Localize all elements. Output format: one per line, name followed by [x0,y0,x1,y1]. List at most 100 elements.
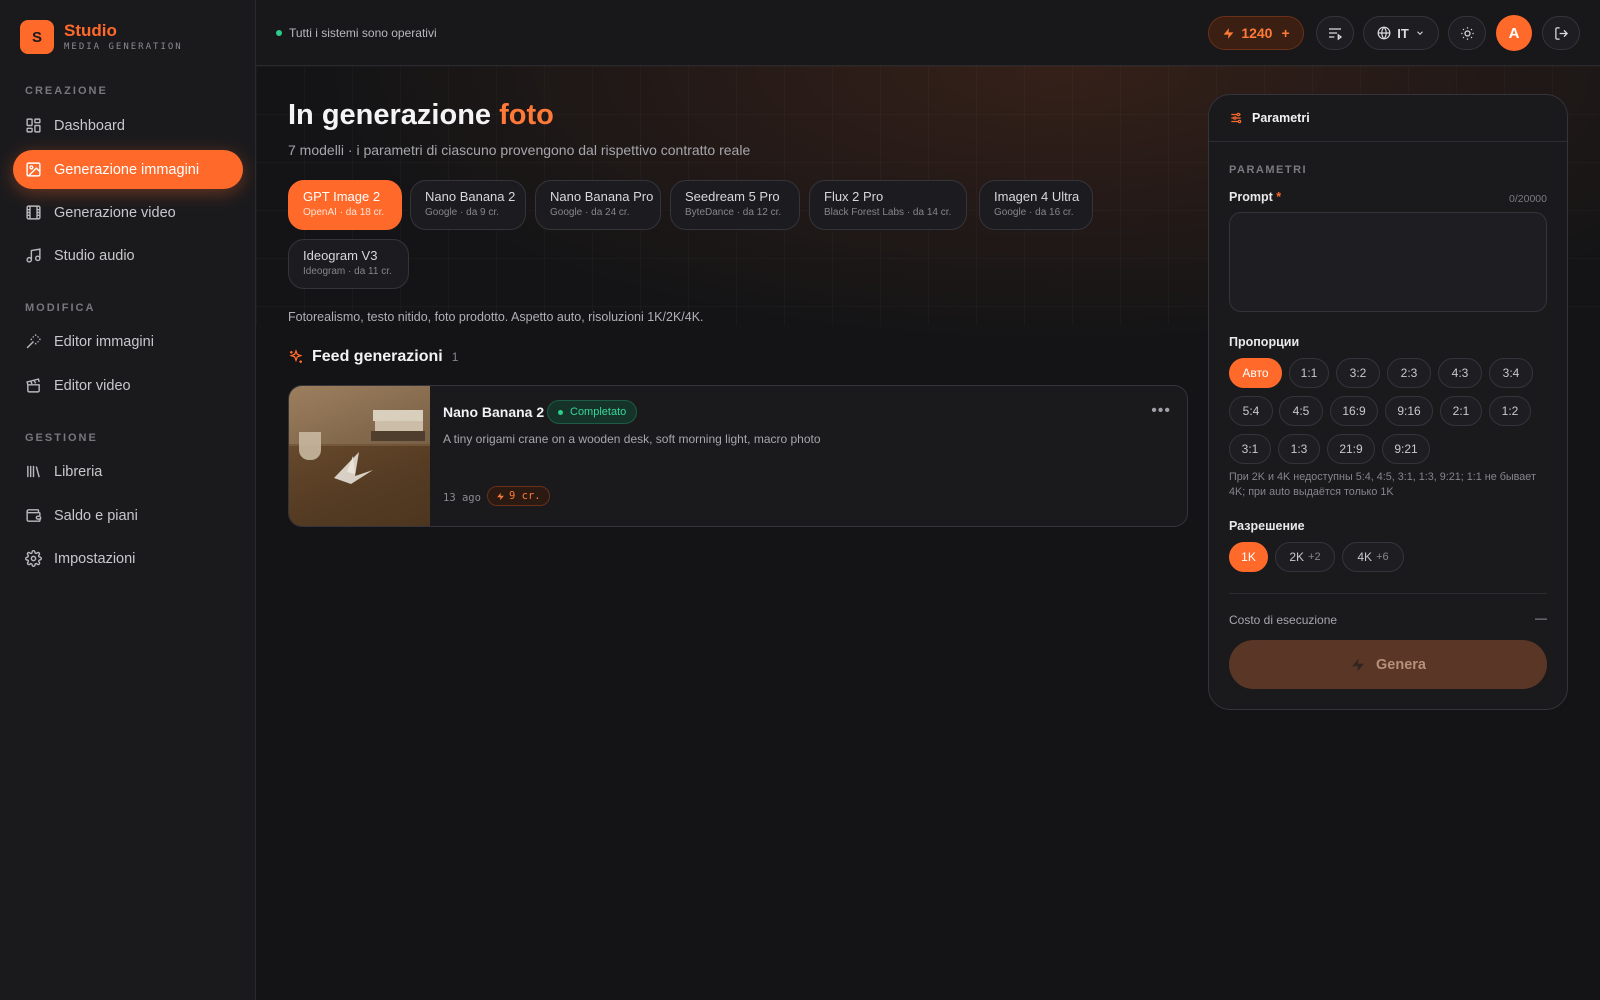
gear-icon [25,550,42,567]
magic-wand-icon [25,333,42,350]
ratio-16-9[interactable]: 16:9 [1330,396,1378,426]
chevron-down-icon [1415,28,1425,38]
ratio-note: При 2K и 4K недоступны 5:4, 4:5, 3:1, 1:… [1229,471,1536,498]
ratio-4-3[interactable]: 4:3 [1438,358,1482,388]
cost-label: Costo di esecuzione [1229,613,1338,627]
sidebar-item-balance[interactable]: Saldo e piani [13,496,243,535]
generation-cost: 9 cr. [487,486,550,506]
model-meta: Black Forest Labs · da 14 cr. [824,207,952,218]
credits-plus: + [1281,25,1290,41]
page-title: In generazione foto [288,99,554,132]
sidebar: S Studio MEDIA GENERATION CREAZIONE Dash… [0,0,256,1000]
ratio-9-21[interactable]: 9:21 [1382,434,1430,464]
model-name: Seedream 5 Pro [685,189,780,204]
model-name: Nano Banana 2 [425,189,516,204]
ratio-auto[interactable]: Авто [1229,358,1282,388]
ratio-3-2[interactable]: 3:2 [1336,358,1380,388]
feed-count: 1 [451,350,459,364]
model-meta: Ideogram · da 11 cr. [303,266,392,277]
ratio-9-16[interactable]: 9:16 [1385,396,1433,426]
sun-icon [1460,26,1475,41]
sidebar-item-video-generation[interactable]: Generazione video [13,193,243,232]
brand[interactable]: S Studio MEDIA GENERATION [20,20,183,54]
ratio-5-4[interactable]: 5:4 [1229,396,1273,426]
sliders-icon [1229,111,1243,125]
queue-button[interactable] [1316,16,1354,50]
page-title-main: In generazione [288,99,492,131]
model-chip-gpt-image-2[interactable]: GPT Image 2 OpenAI · da 18 cr. [288,180,402,230]
list-icon [1327,25,1343,41]
credits-button[interactable]: 1240 + [1208,16,1304,50]
model-chip-imagen-4-ultra[interactable]: Imagen 4 Ultra Google · da 16 cr. [979,180,1093,230]
avatar[interactable]: A [1496,15,1532,51]
resolution-value: 2K [1289,550,1305,564]
sidebar-item-label: Editor video [54,377,131,394]
parameters-panel: Parametri PARAMETRI Prompt * 0/20000 Про… [1208,94,1568,710]
prompt-input[interactable] [1229,212,1547,312]
ratio-1-3[interactable]: 1:3 [1278,434,1320,464]
status-text: Tutti i sistemi sono operativi [289,26,437,40]
model-name: Ideogram V3 [303,248,378,263]
resolution-value: 1K [1241,550,1256,564]
sidebar-item-settings[interactable]: Impostazioni [13,539,243,578]
ratio-4-5[interactable]: 4:5 [1279,396,1323,426]
model-chip-seedream-5-pro[interactable]: Seedream 5 Pro ByteDance · da 12 cr. [670,180,800,230]
model-chip-flux-2-pro[interactable]: Flux 2 Pro Black Forest Labs · da 14 cr. [809,180,967,230]
sidebar-item-video-editor[interactable]: Editor video [13,366,243,405]
model-name: Imagen 4 Ultra [994,189,1080,204]
system-status: Tutti i sistemi sono operativi [276,26,437,40]
resolution-4k[interactable]: 4K +6 [1342,542,1404,572]
ratio-1-1[interactable]: 1:1 [1289,358,1329,388]
model-chip-nano-banana-pro[interactable]: Nano Banana Pro Google · da 24 cr. [535,180,661,230]
credits-count: 1240 [1241,25,1273,41]
sidebar-item-image-editor[interactable]: Editor immagini [13,322,243,361]
generation-card[interactable]: Nano Banana 2 Completato ••• A tiny orig… [288,385,1188,527]
prompt-counter: 0/20000 [1509,193,1547,205]
status-dot [276,30,282,36]
topbar: Tutti i sistemi sono operativi 1240 + IT… [256,0,1600,66]
sidebar-item-audio-studio[interactable]: Studio audio [13,236,243,275]
ratio-3-1[interactable]: 3:1 [1229,434,1271,464]
model-name: GPT Image 2 [303,189,381,204]
generation-thumbnail[interactable] [289,386,430,526]
generation-prompt: A tiny origami crane on a wooden desk, s… [443,432,821,446]
ratio-2-3[interactable]: 2:3 [1387,358,1431,388]
ratio-3-4[interactable]: 3:4 [1489,358,1533,388]
status-dot [558,409,563,415]
cost-value: — [1535,611,1547,625]
language-value: IT [1397,25,1409,41]
feed-header: Feed generazioni 1 [288,348,458,366]
nav-section-create: CREAZIONE [25,85,108,97]
more-options-icon[interactable]: ••• [1151,402,1171,420]
prompt-label-text: Prompt [1229,190,1273,204]
theme-toggle[interactable] [1448,16,1486,50]
nav-section-manage: GESTIONE [25,432,98,444]
resolution-2k[interactable]: 2K +2 [1275,542,1335,572]
ratio-21-9[interactable]: 21:9 [1327,434,1375,464]
resolution-extra: +2 [1308,551,1321,563]
generate-button-label: Genera [1376,656,1426,673]
sidebar-item-label: Impostazioni [54,550,136,567]
model-description: Fotorealismo, testo nitido, foto prodott… [288,310,704,324]
sidebar-item-dashboard[interactable]: Dashboard [13,106,243,145]
sidebar-item-library[interactable]: Libreria [13,452,243,491]
model-chip-ideogram-v3[interactable]: Ideogram V3 Ideogram · da 11 cr. [288,239,409,289]
ratio-1-2[interactable]: 1:2 [1489,396,1531,426]
generate-button[interactable]: Genera [1229,640,1547,689]
required-mark: * [1276,190,1282,204]
sidebar-item-image-generation[interactable]: Generazione immagini [13,150,243,189]
ratio-2-1[interactable]: 2:1 [1440,396,1482,426]
language-select[interactable]: IT [1363,16,1439,50]
panel-header: Parametri [1209,95,1567,142]
page-title-accent: foto [499,99,554,131]
logout-button[interactable] [1542,16,1580,50]
model-meta: Google · da 16 cr. [994,207,1074,218]
logout-icon [1554,26,1569,41]
dashboard-icon [25,117,42,134]
sidebar-item-label: Generazione video [54,204,176,221]
model-meta: Google · da 9 cr. [425,207,499,218]
model-chip-nano-banana-2[interactable]: Nano Banana 2 Google · da 9 cr. [410,180,526,230]
nav-section-edit: MODIFICA [25,302,96,314]
resolution-1k[interactable]: 1K [1229,542,1268,572]
library-icon [25,463,42,480]
